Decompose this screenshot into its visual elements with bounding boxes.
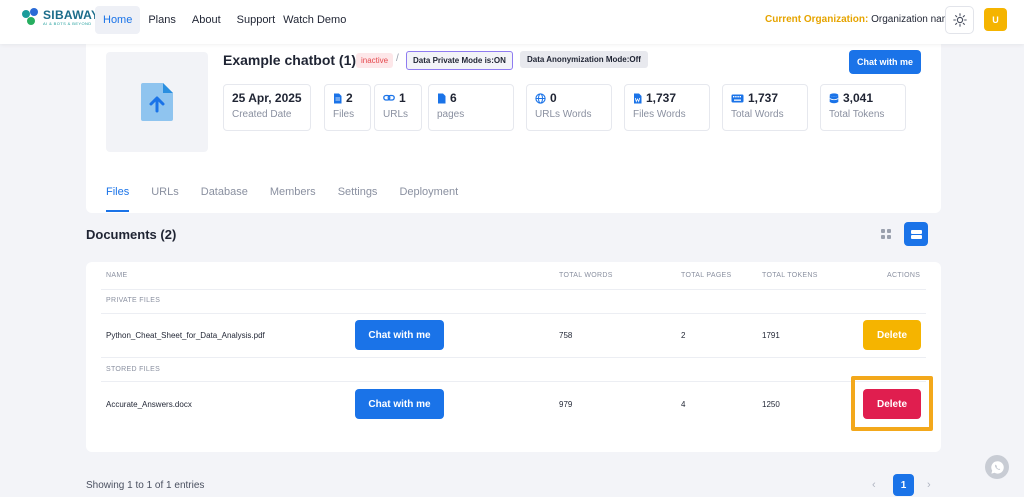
- column-header-actions: ACTIONS: [887, 272, 921, 279]
- whatsapp-chat-button[interactable]: [985, 455, 1009, 479]
- current-organization[interactable]: Current Organization: Organization name: [765, 14, 956, 25]
- chatbot-tabs: Files URLs Database Members Settings Dep…: [106, 186, 480, 212]
- pagination-next-button[interactable]: ›: [927, 479, 931, 491]
- stat-value: 25 Apr, 2025: [232, 91, 302, 105]
- globe-icon: [535, 92, 546, 104]
- chatbot-card: Example chatbot (1) inactive / Data Priv…: [86, 44, 941, 213]
- group-stored-files: STORED FILES: [106, 366, 161, 373]
- stat-label: pages: [437, 109, 465, 120]
- stat-label: URLs: [383, 109, 409, 120]
- document-icon: [334, 93, 342, 103]
- nav-support[interactable]: Support: [229, 6, 280, 34]
- stat-value: 1,737: [748, 91, 779, 105]
- stat-label: Files Words: [633, 109, 686, 120]
- nav-about[interactable]: About: [184, 6, 229, 34]
- stat-label: Total Tokens: [829, 109, 885, 120]
- brand-tagline: AI & BOTS & BEYOND: [43, 20, 92, 26]
- nav-home[interactable]: Home: [95, 6, 141, 34]
- nav-watch-demo[interactable]: Watch Demo: [279, 6, 354, 34]
- stat-value: 6: [450, 91, 457, 105]
- logo-mark-icon: [22, 8, 40, 26]
- grid-view-icon: [880, 228, 891, 239]
- column-header-name: NAME: [106, 272, 128, 279]
- file-name[interactable]: Accurate_Answers.docx: [106, 400, 192, 409]
- total-tokens: 1250: [762, 400, 780, 409]
- top-navbar: SIBAWAY AI & BOTS & BEYOND Home Plans Ab…: [0, 0, 1024, 44]
- stat-label: Total Words: [731, 109, 784, 120]
- documents-title: Documents (2): [86, 227, 177, 242]
- stat-total-tokens: 3,041 Total Tokens: [820, 84, 906, 131]
- stat-value: 1: [399, 91, 406, 105]
- tab-settings[interactable]: Settings: [338, 186, 378, 212]
- user-avatar[interactable]: U: [984, 8, 1007, 31]
- entries-info: Showing 1 to 1 of 1 entries: [86, 480, 205, 491]
- delete-button[interactable]: Delete: [863, 320, 921, 350]
- group-private-files: PRIVATE FILES: [106, 297, 161, 304]
- stat-created-date: 25 Apr, 2025 Created Date: [223, 84, 311, 131]
- tab-urls[interactable]: URLs: [151, 186, 179, 212]
- total-tokens: 1791: [762, 331, 780, 340]
- keyboard-icon: [731, 94, 744, 102]
- stat-label: URLs Words: [535, 109, 592, 120]
- org-name: Organization name: [871, 14, 956, 25]
- documents-table: NAME TOTAL WORDS TOTAL PAGES TOTAL TOKEN…: [86, 262, 941, 452]
- brand-logo[interactable]: SIBAWAY AI & BOTS & BEYOND: [22, 8, 99, 26]
- whatsapp-icon: [990, 460, 1004, 474]
- anonymization-mode-badge[interactable]: Data Anonymization Mode:Off: [520, 51, 648, 68]
- tab-files[interactable]: Files: [106, 186, 130, 212]
- stat-value: 2: [346, 91, 353, 105]
- row-chat-button[interactable]: Chat with me: [355, 320, 444, 350]
- tab-members[interactable]: Members: [270, 186, 316, 212]
- stat-value: 3,041: [843, 91, 874, 105]
- stat-files-words: 1,737 Files Words: [624, 84, 710, 131]
- chatbot-title: Example chatbot (1): [223, 52, 357, 68]
- total-pages: 4: [681, 400, 686, 409]
- stat-pages: 6 pages: [428, 84, 514, 131]
- column-header-total-tokens: TOTAL TOKENS: [762, 272, 818, 279]
- file-name[interactable]: Python_Cheat_Sheet_for_Data_Analysis.pdf: [106, 331, 265, 340]
- total-words: 979: [559, 400, 573, 409]
- chat-with-me-button[interactable]: Chat with me: [849, 50, 921, 74]
- tab-database[interactable]: Database: [201, 186, 248, 212]
- stat-label: Files: [333, 109, 355, 120]
- tab-deployment[interactable]: Deployment: [399, 186, 458, 212]
- divider: [101, 357, 926, 358]
- file-word-icon: [634, 93, 642, 103]
- stat-urls-words: 0 URLs Words: [526, 84, 612, 131]
- pagination-prev-button[interactable]: ‹: [872, 479, 876, 491]
- chatbot-thumbnail: [106, 52, 208, 152]
- total-words: 758: [559, 331, 573, 340]
- total-pages: 2: [681, 331, 686, 340]
- column-header-total-words: TOTAL WORDS: [559, 272, 613, 279]
- brand-name: SIBAWAY: [43, 7, 100, 22]
- nav-plans[interactable]: Plans: [140, 6, 184, 34]
- org-label: Current Organization:: [765, 14, 869, 25]
- stat-label: Created Date: [232, 109, 292, 120]
- stat-total-words: 1,737 Total Words: [722, 84, 808, 131]
- badge-separator: /: [396, 53, 399, 64]
- divider: [101, 289, 926, 290]
- file-upload-icon: [141, 83, 173, 121]
- pages-icon: [438, 93, 446, 103]
- sun-icon: [952, 13, 967, 27]
- list-view-icon: [910, 229, 922, 239]
- main-nav: Home Plans About Support Watch Demo: [95, 6, 354, 34]
- stat-files: 2 Files: [324, 84, 371, 131]
- list-view-button[interactable]: [904, 222, 928, 246]
- status-badge: inactive: [356, 53, 394, 68]
- private-mode-badge[interactable]: Data Private Mode is:ON: [406, 51, 513, 70]
- database-icon: [829, 92, 839, 103]
- stat-urls: 1 URLs: [374, 84, 422, 131]
- stat-value: 1,737: [646, 91, 677, 105]
- stat-value: 0: [550, 91, 557, 105]
- column-header-total-pages: TOTAL PAGES: [681, 272, 732, 279]
- divider: [101, 313, 926, 314]
- row-chat-button[interactable]: Chat with me: [355, 389, 444, 419]
- link-icon: [383, 94, 395, 101]
- divider: [101, 381, 926, 382]
- highlight-box: [851, 376, 933, 431]
- grid-view-button[interactable]: [874, 222, 897, 245]
- pagination-current-page[interactable]: 1: [893, 474, 914, 496]
- theme-toggle-button[interactable]: [945, 6, 974, 34]
